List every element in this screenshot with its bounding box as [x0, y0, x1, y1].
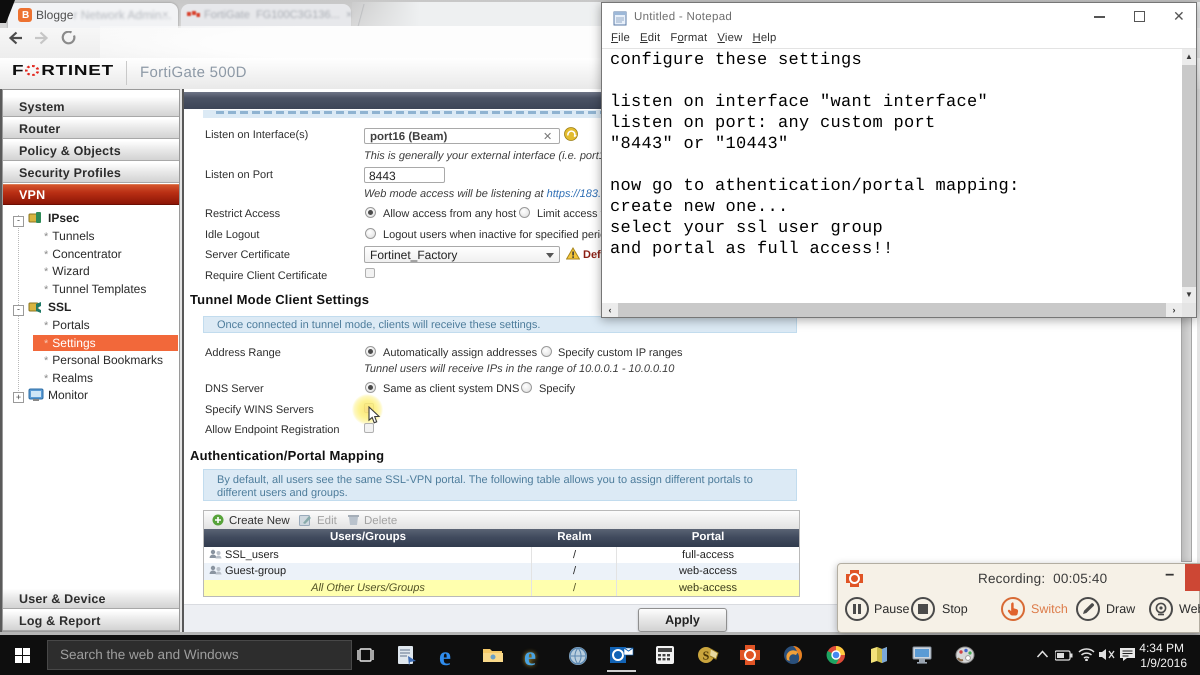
- svg-text:S: S: [703, 649, 710, 663]
